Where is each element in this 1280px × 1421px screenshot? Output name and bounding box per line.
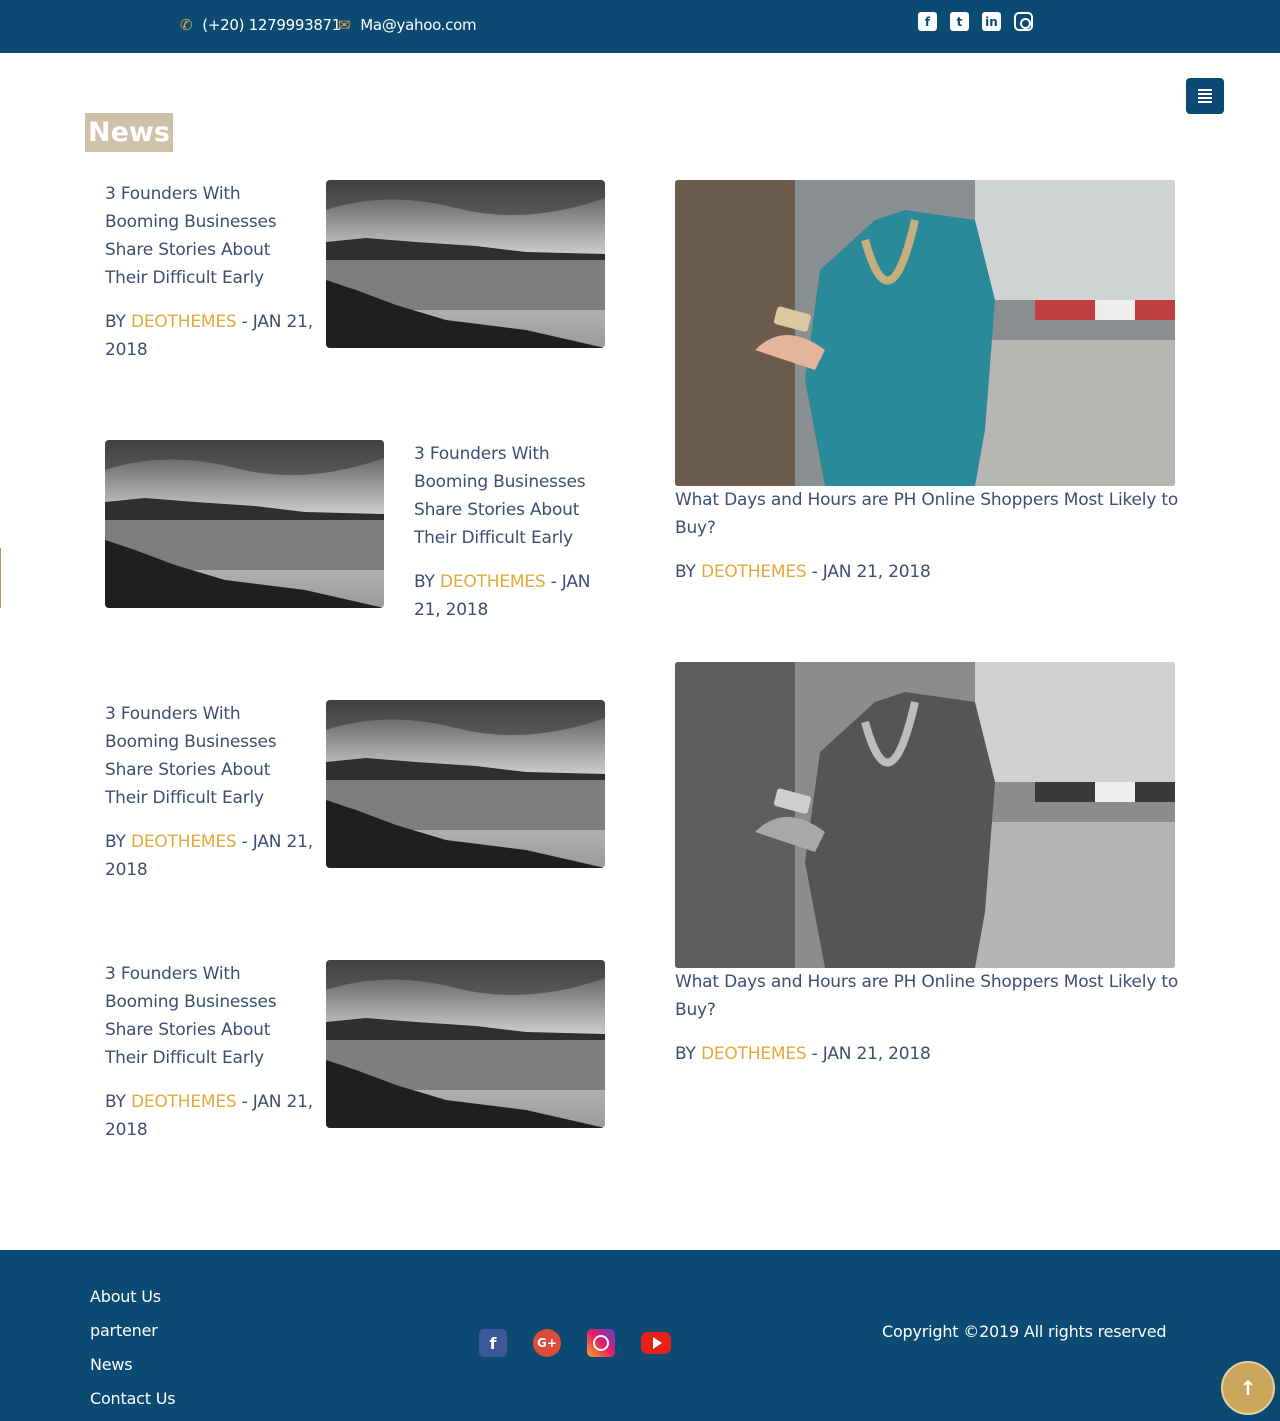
news-card-meta: BY DEOTHEMES - JAN 21, 2018 xyxy=(675,1044,931,1064)
footer-link-contact[interactable]: Contact Us xyxy=(90,1382,176,1416)
contact-phone[interactable]: ✆ (+20) 1279993871 xyxy=(180,14,341,36)
featured-news-title[interactable]: What Days and Hours are PH Online Shoppe… xyxy=(675,968,1180,1024)
top-social-links: f t in xyxy=(918,12,1033,31)
news-card-meta: BY DEOTHEMES - JAN 21, 2018 xyxy=(105,312,313,360)
facebook-icon[interactable]: f xyxy=(918,12,937,31)
page-title: News xyxy=(85,113,173,152)
news-card-1: 3 Founders With Booming Businesses Share… xyxy=(105,180,315,364)
featured-news-2: What Days and Hours are PH Online Shoppe… xyxy=(675,968,1180,1068)
author-link[interactable]: DEOTHEMES xyxy=(131,832,237,852)
footer-social-links: f G+ xyxy=(479,1329,671,1357)
envelope-icon: ✉ xyxy=(338,16,351,34)
google-plus-icon[interactable]: G+ xyxy=(533,1329,561,1357)
featured-news-image[interactable] xyxy=(675,662,1175,968)
news-card-title[interactable]: 3 Founders With Booming Businesses Share… xyxy=(414,440,614,552)
footer-link-about[interactable]: About Us xyxy=(90,1280,175,1314)
footer: About Us partener News Contact Us f G+ C… xyxy=(0,1250,1280,1421)
news-card-meta: BY DEOTHEMES - JAN 21, 2018 xyxy=(414,572,591,620)
phone-icon: ✆ xyxy=(180,16,193,34)
back-to-top-button[interactable]: ↑ xyxy=(1221,1361,1275,1415)
youtube-icon[interactable] xyxy=(641,1332,671,1354)
author-link[interactable]: DEOTHEMES xyxy=(701,1044,807,1064)
news-card-4: 3 Founders With Booming Businesses Share… xyxy=(105,960,315,1144)
news-card-title[interactable]: 3 Founders With Booming Businesses Share… xyxy=(105,180,315,292)
news-card-meta: BY DEOTHEMES - JAN 21, 2018 xyxy=(105,832,313,880)
news-card-meta: BY DEOTHEMES - JAN 21, 2018 xyxy=(675,562,931,582)
instagram-icon[interactable] xyxy=(1014,12,1033,31)
contact-email[interactable]: ✉ Ma@yahoo.com xyxy=(338,14,477,36)
facebook-icon[interactable]: f xyxy=(479,1329,507,1357)
instagram-icon[interactable] xyxy=(587,1329,615,1357)
footer-links: About Us partener News Contact Us xyxy=(90,1280,176,1416)
author-link[interactable]: DEOTHEMES xyxy=(701,562,807,582)
menu-button[interactable] xyxy=(1186,78,1224,114)
linkedin-icon[interactable]: in xyxy=(982,12,1001,31)
arrow-up-icon: ↑ xyxy=(1239,1376,1257,1400)
news-card-image[interactable] xyxy=(326,180,605,348)
top-bar: ✆ (+20) 1279993871 ✉ Ma@yahoo.com f t in xyxy=(0,0,1280,53)
featured-news-title[interactable]: What Days and Hours are PH Online Shoppe… xyxy=(675,486,1180,542)
featured-news-image[interactable] xyxy=(675,180,1175,486)
news-card-title[interactable]: 3 Founders With Booming Businesses Share… xyxy=(105,700,315,812)
footer-link-partner[interactable]: partener xyxy=(90,1314,175,1348)
footer-link-news[interactable]: News xyxy=(90,1348,175,1382)
twitter-icon[interactable]: t xyxy=(950,12,969,31)
news-card-image[interactable] xyxy=(326,960,605,1128)
author-link[interactable]: DEOTHEMES xyxy=(131,1092,237,1112)
author-link[interactable]: DEOTHEMES xyxy=(440,572,546,592)
menu-icon xyxy=(1198,89,1212,91)
edge-divider xyxy=(0,548,1,608)
news-card-3: 3 Founders With Booming Businesses Share… xyxy=(105,700,315,884)
author-link[interactable]: DEOTHEMES xyxy=(131,312,237,332)
phone-number: (+20) 1279993871 xyxy=(202,16,342,34)
news-card-image[interactable] xyxy=(326,700,605,868)
news-card-image[interactable] xyxy=(105,440,384,608)
featured-news-1: What Days and Hours are PH Online Shoppe… xyxy=(675,486,1180,586)
news-card-title[interactable]: 3 Founders With Booming Businesses Share… xyxy=(105,960,315,1072)
copyright-text: Copyright ©2019 All rights reserved xyxy=(882,1322,1167,1341)
news-card-2: 3 Founders With Booming Businesses Share… xyxy=(414,440,614,624)
news-card-meta: BY DEOTHEMES - JAN 21, 2018 xyxy=(105,1092,313,1140)
email-address: Ma@yahoo.com xyxy=(360,16,477,34)
